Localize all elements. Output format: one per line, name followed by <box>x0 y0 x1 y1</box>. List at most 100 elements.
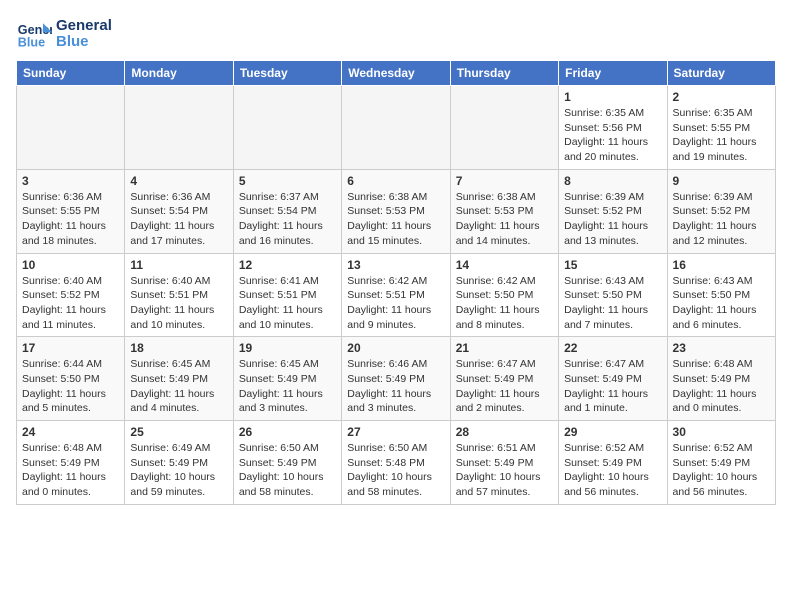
weekday-header-tuesday: Tuesday <box>233 61 341 86</box>
day-number: 12 <box>239 258 336 272</box>
day-info: Sunrise: 6:41 AMSunset: 5:51 PMDaylight:… <box>239 274 336 333</box>
week-row-2: 3Sunrise: 6:36 AMSunset: 5:55 PMDaylight… <box>17 169 776 253</box>
day-info: Sunrise: 6:46 AMSunset: 5:49 PMDaylight:… <box>347 357 444 416</box>
day-info: Sunrise: 6:47 AMSunset: 5:49 PMDaylight:… <box>564 357 661 416</box>
day-number: 29 <box>564 425 661 439</box>
day-info: Sunrise: 6:38 AMSunset: 5:53 PMDaylight:… <box>456 190 553 249</box>
day-info: Sunrise: 6:52 AMSunset: 5:49 PMDaylight:… <box>673 441 770 500</box>
day-info: Sunrise: 6:45 AMSunset: 5:49 PMDaylight:… <box>130 357 227 416</box>
day-info: Sunrise: 6:48 AMSunset: 5:49 PMDaylight:… <box>673 357 770 416</box>
week-row-3: 10Sunrise: 6:40 AMSunset: 5:52 PMDayligh… <box>17 253 776 337</box>
day-info: Sunrise: 6:51 AMSunset: 5:49 PMDaylight:… <box>456 441 553 500</box>
day-number: 17 <box>22 341 119 355</box>
calendar-cell: 30 Sunrise: 6:52 AMSunset: 5:49 PMDayligh… <box>667 421 775 505</box>
day-number: 25 <box>130 425 227 439</box>
weekday-header-wednesday: Wednesday <box>342 61 450 86</box>
day-number: 7 <box>456 174 553 188</box>
day-info: Sunrise: 6:50 AMSunset: 5:48 PMDaylight:… <box>347 441 444 500</box>
day-info: Sunrise: 6:38 AMSunset: 5:53 PMDaylight:… <box>347 190 444 249</box>
calendar-cell: 21Sunrise: 6:47 AMSunset: 5:49 PMDayligh… <box>450 337 558 421</box>
day-info: Sunrise: 6:40 AMSunset: 5:51 PMDaylight:… <box>130 274 227 333</box>
page-header: General Blue General Blue <box>16 16 776 52</box>
day-number: 8 <box>564 174 661 188</box>
svg-text:Blue: Blue <box>18 36 45 50</box>
day-number: 1 <box>564 90 661 104</box>
week-row-5: 24 Sunrise: 6:48 AMSunset: 5:49 PMDayligh… <box>17 421 776 505</box>
weekday-header-saturday: Saturday <box>667 61 775 86</box>
day-info: Sunrise: 6:42 AMSunset: 5:51 PMDaylight:… <box>347 274 444 333</box>
calendar-cell: 23 Sunrise: 6:48 AMSunset: 5:49 PMDayligh… <box>667 337 775 421</box>
day-info: Sunrise: 6:35 AMSunset: 5:56 PMDaylight:… <box>564 106 661 165</box>
calendar-cell: 26Sunrise: 6:50 AMSunset: 5:49 PMDayligh… <box>233 421 341 505</box>
weekday-header-monday: Monday <box>125 61 233 86</box>
day-number: 20 <box>347 341 444 355</box>
logo-text: General Blue <box>56 18 112 51</box>
day-number: 4 <box>130 174 227 188</box>
calendar-cell: 13 Sunrise: 6:42 AMSunset: 5:51 PMDayligh… <box>342 253 450 337</box>
day-number: 19 <box>239 341 336 355</box>
day-number: 3 <box>22 174 119 188</box>
day-number: 9 <box>673 174 770 188</box>
calendar-cell: 6 Sunrise: 6:38 AMSunset: 5:53 PMDaylight… <box>342 169 450 253</box>
calendar-cell <box>450 86 558 170</box>
day-info: Sunrise: 6:39 AMSunset: 5:52 PMDaylight:… <box>673 190 770 249</box>
calendar-cell: 15 Sunrise: 6:43 AMSunset: 5:50 PMDayligh… <box>559 253 667 337</box>
day-number: 23 <box>673 341 770 355</box>
day-number: 24 <box>22 425 119 439</box>
day-info: Sunrise: 6:40 AMSunset: 5:52 PMDaylight:… <box>22 274 119 333</box>
calendar-cell: 27 Sunrise: 6:50 AMSunset: 5:48 PMDayligh… <box>342 421 450 505</box>
day-info: Sunrise: 6:43 AMSunset: 5:50 PMDaylight:… <box>564 274 661 333</box>
day-info: Sunrise: 6:48 AMSunset: 5:49 PMDaylight:… <box>22 441 119 500</box>
day-info: Sunrise: 6:39 AMSunset: 5:52 PMDaylight:… <box>564 190 661 249</box>
day-info: Sunrise: 6:49 AMSunset: 5:49 PMDaylight:… <box>130 441 227 500</box>
calendar-cell <box>233 86 341 170</box>
calendar-cell: 28 Sunrise: 6:51 AMSunset: 5:49 PMDayligh… <box>450 421 558 505</box>
day-number: 26 <box>239 425 336 439</box>
calendar-cell: 10Sunrise: 6:40 AMSunset: 5:52 PMDayligh… <box>17 253 125 337</box>
calendar-cell: 18 Sunrise: 6:45 AMSunset: 5:49 PMDayligh… <box>125 337 233 421</box>
day-number: 28 <box>456 425 553 439</box>
day-number: 11 <box>130 258 227 272</box>
calendar-cell: 4 Sunrise: 6:36 AMSunset: 5:54 PMDaylight… <box>125 169 233 253</box>
calendar-table: SundayMondayTuesdayWednesdayThursdayFrid… <box>16 60 776 505</box>
weekday-header-sunday: Sunday <box>17 61 125 86</box>
calendar-cell: 22 Sunrise: 6:47 AMSunset: 5:49 PMDayligh… <box>559 337 667 421</box>
calendar-cell: 7 Sunrise: 6:38 AMSunset: 5:53 PMDaylight… <box>450 169 558 253</box>
weekday-header-row: SundayMondayTuesdayWednesdayThursdayFrid… <box>17 61 776 86</box>
calendar-cell: 29Sunrise: 6:52 AMSunset: 5:49 PMDayligh… <box>559 421 667 505</box>
day-info: Sunrise: 6:35 AMSunset: 5:55 PMDaylight:… <box>673 106 770 165</box>
day-info: Sunrise: 6:44 AMSunset: 5:50 PMDaylight:… <box>22 357 119 416</box>
day-number: 14 <box>456 258 553 272</box>
calendar-cell: 17 Sunrise: 6:44 AMSunset: 5:50 PMDayligh… <box>17 337 125 421</box>
day-number: 13 <box>347 258 444 272</box>
calendar-cell <box>342 86 450 170</box>
day-info: Sunrise: 6:45 AMSunset: 5:49 PMDaylight:… <box>239 357 336 416</box>
calendar-cell: 9 Sunrise: 6:39 AMSunset: 5:52 PMDaylight… <box>667 169 775 253</box>
day-info: Sunrise: 6:42 AMSunset: 5:50 PMDaylight:… <box>456 274 553 333</box>
calendar-cell: 16 Sunrise: 6:43 AMSunset: 5:50 PMDayligh… <box>667 253 775 337</box>
day-number: 27 <box>347 425 444 439</box>
weekday-header-friday: Friday <box>559 61 667 86</box>
calendar-cell <box>125 86 233 170</box>
week-row-4: 17 Sunrise: 6:44 AMSunset: 5:50 PMDayligh… <box>17 337 776 421</box>
day-number: 6 <box>347 174 444 188</box>
week-row-1: 1 Sunrise: 6:35 AMSunset: 5:56 PMDaylight… <box>17 86 776 170</box>
day-number: 18 <box>130 341 227 355</box>
calendar-cell: 24 Sunrise: 6:48 AMSunset: 5:49 PMDayligh… <box>17 421 125 505</box>
day-number: 15 <box>564 258 661 272</box>
day-info: Sunrise: 6:36 AMSunset: 5:54 PMDaylight:… <box>130 190 227 249</box>
day-info: Sunrise: 6:43 AMSunset: 5:50 PMDaylight:… <box>673 274 770 333</box>
calendar-cell: 3Sunrise: 6:36 AMSunset: 5:55 PMDaylight… <box>17 169 125 253</box>
calendar-cell: 25 Sunrise: 6:49 AMSunset: 5:49 PMDayligh… <box>125 421 233 505</box>
day-number: 21 <box>456 341 553 355</box>
weekday-header-thursday: Thursday <box>450 61 558 86</box>
day-info: Sunrise: 6:37 AMSunset: 5:54 PMDaylight:… <box>239 190 336 249</box>
calendar-cell <box>17 86 125 170</box>
calendar-cell: 12 Sunrise: 6:41 AMSunset: 5:51 PMDayligh… <box>233 253 341 337</box>
day-number: 30 <box>673 425 770 439</box>
calendar-cell: 2Sunrise: 6:35 AMSunset: 5:55 PMDaylight… <box>667 86 775 170</box>
day-number: 16 <box>673 258 770 272</box>
day-number: 22 <box>564 341 661 355</box>
calendar-cell: 1 Sunrise: 6:35 AMSunset: 5:56 PMDaylight… <box>559 86 667 170</box>
calendar-cell: 14 Sunrise: 6:42 AMSunset: 5:50 PMDayligh… <box>450 253 558 337</box>
